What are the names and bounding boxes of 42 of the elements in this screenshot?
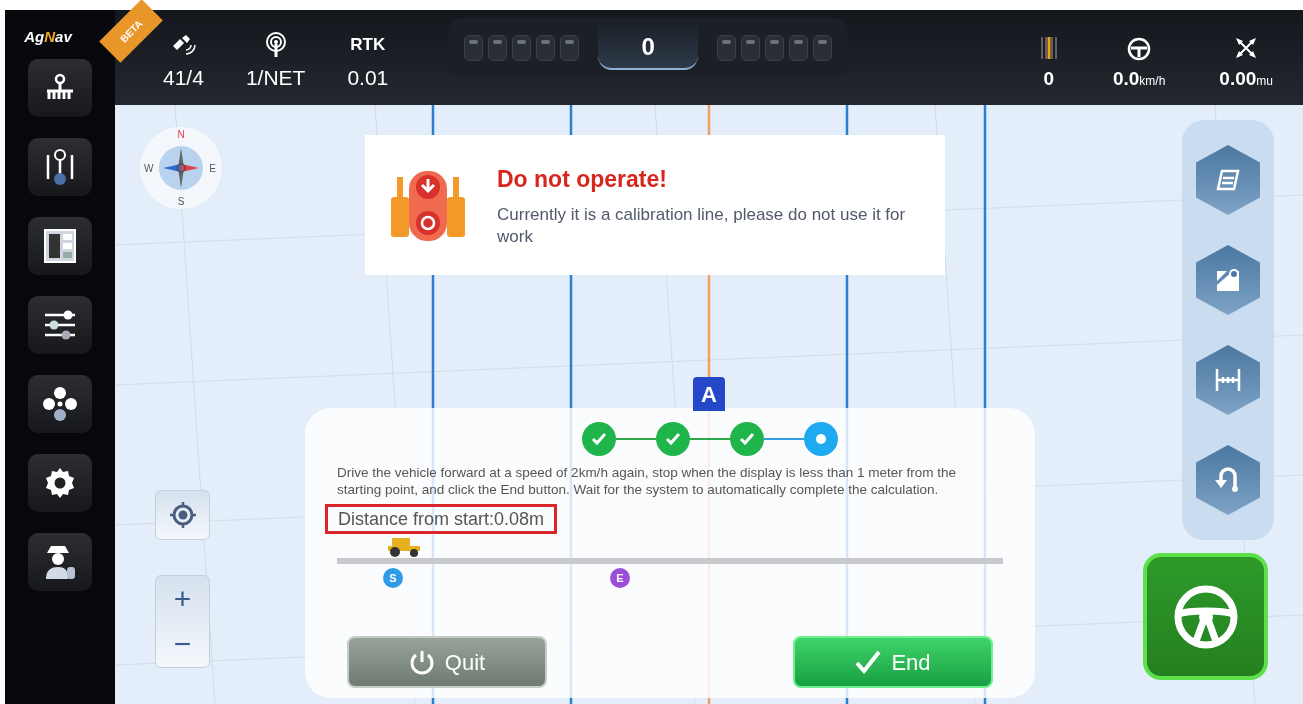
- steering-wheel-icon: [1127, 36, 1152, 61]
- auto-steer-button[interactable]: [1143, 553, 1268, 680]
- sidebar-button[interactable]: [28, 374, 92, 433]
- compass-north: N: [177, 128, 185, 142]
- check-icon: [855, 650, 882, 674]
- status-value: 0.01: [347, 64, 389, 91]
- alert-message: Currently it is a calibration line, please do not use it for work: [497, 204, 907, 249]
- quit-button[interactable]: Quit: [347, 636, 547, 688]
- antenna-icon: [264, 31, 287, 58]
- sidebar-button[interactable]: [28, 295, 92, 354]
- steering-wheel-icon: [1172, 583, 1239, 650]
- power-icon: [408, 649, 435, 675]
- compass-west: W: [144, 161, 154, 176]
- status-value: 1/NET: [245, 64, 306, 91]
- compass-east: E: [209, 161, 216, 176]
- status-value: 0.0km/h: [1112, 66, 1166, 91]
- status-value: 0: [1043, 66, 1055, 91]
- vehicle-marker: A: [693, 377, 725, 411]
- locate-button[interactable]: [155, 490, 210, 540]
- modules-icon: [42, 385, 78, 422]
- instruction-text: Drive the vehicle forward at a speed of 2km/h again, stop when the display is less than 1 meter from the starting point, and click the End button. Wait for the system to automatically complete the calculation.: [337, 464, 958, 498]
- alert-title: Do not operate!: [497, 164, 668, 194]
- sidebar-button[interactable]: [28, 137, 92, 196]
- status-value: 0.00mu: [1219, 66, 1273, 91]
- distance-reading: Distance from start:0.08m: [325, 504, 558, 534]
- sliders-icon: [42, 308, 78, 341]
- sidebar-button[interactable]: [28, 216, 92, 275]
- compass-south: S: [177, 195, 185, 209]
- status-label: RTK: [350, 34, 386, 56]
- sidebar-button[interactable]: [28, 58, 92, 117]
- status-value: 41/4: [163, 64, 204, 91]
- sidebar-button[interactable]: [28, 453, 92, 512]
- lightbar-value: 0: [598, 25, 699, 70]
- zoom-in-button[interactable]: +: [173, 583, 192, 614]
- locate-icon: [168, 501, 197, 529]
- end-marker: E: [610, 568, 630, 588]
- sidebar-button[interactable]: [28, 532, 92, 591]
- start-marker: S: [383, 568, 403, 588]
- zoom-out-button[interactable]: −: [173, 629, 192, 660]
- offset-icon: [1038, 34, 1059, 61]
- field-info-icon: [43, 227, 77, 264]
- logo: AgNav: [24, 27, 74, 47]
